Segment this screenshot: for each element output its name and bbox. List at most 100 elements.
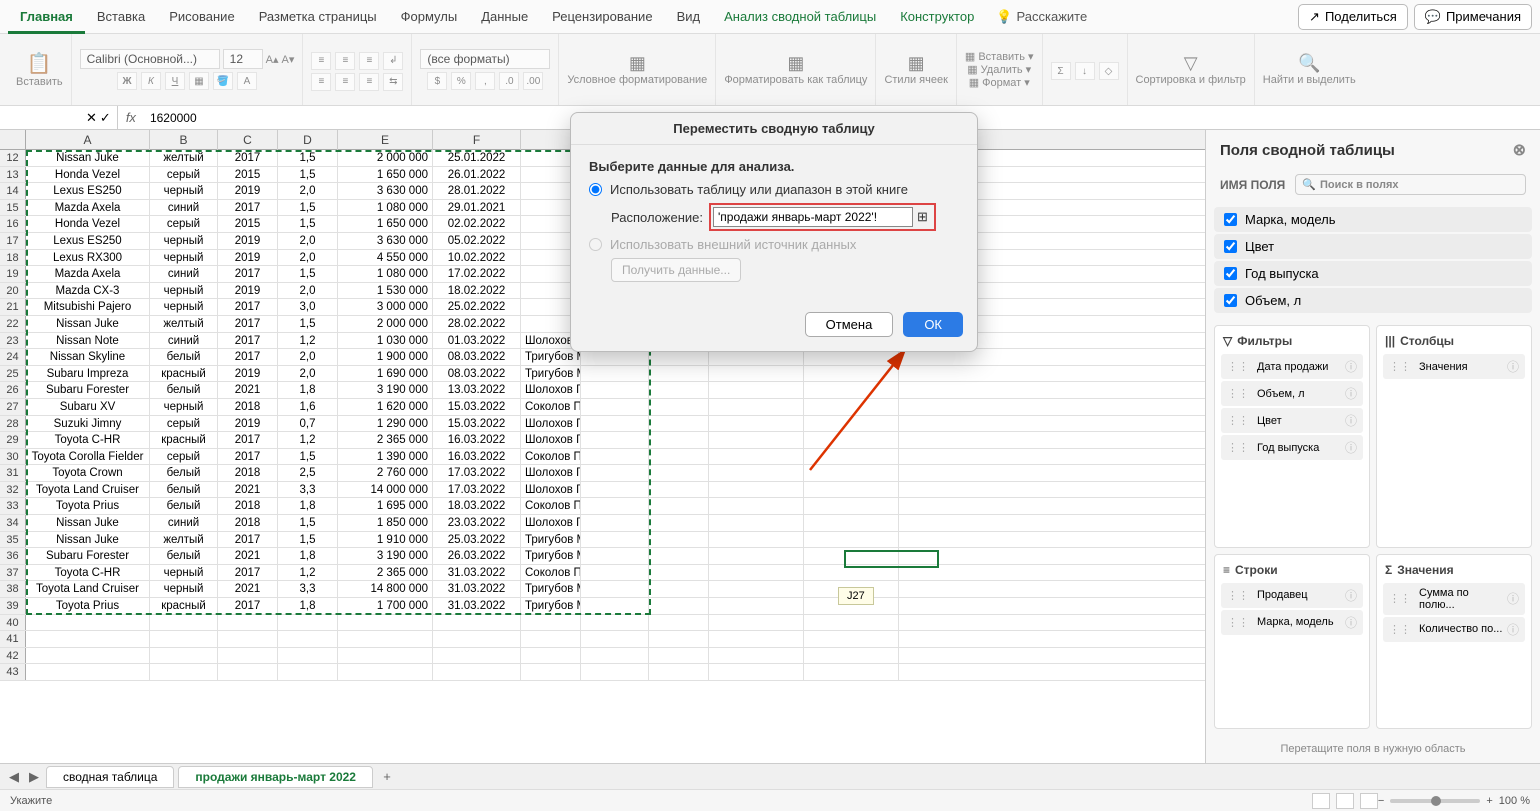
cell[interactable]: 2019 <box>218 183 278 199</box>
fill-color-button[interactable]: 🪣 <box>213 72 233 90</box>
row-header[interactable]: 37 <box>0 565 26 581</box>
cell[interactable] <box>709 465 804 481</box>
cell[interactable] <box>709 532 804 548</box>
cell[interactable]: 2017 <box>218 432 278 448</box>
rows-area[interactable]: ≡Строки ⋮⋮Продавецⓘ⋮⋮Марка, модельⓘ <box>1214 554 1370 730</box>
column-header[interactable]: F <box>433 130 521 150</box>
zoom-level[interactable]: 100 % <box>1499 795 1530 807</box>
tell-me-search[interactable]: 💡Расскажите <box>986 9 1097 25</box>
decrease-font-icon[interactable]: A▾ <box>282 53 295 66</box>
tab-main[interactable]: Главная <box>8 0 85 34</box>
tab-review[interactable]: Рецензирование <box>540 0 664 34</box>
currency-icon[interactable]: $ <box>427 72 447 90</box>
cell[interactable]: 1 690 000 <box>338 366 433 382</box>
field-item[interactable]: Год выпуска <box>1214 261 1532 286</box>
number-format-select[interactable] <box>420 49 550 69</box>
cell[interactable]: 2017 <box>218 200 278 216</box>
cell[interactable]: 2021 <box>218 548 278 564</box>
cell[interactable]: Соколов П. <box>521 565 581 581</box>
cell[interactable]: 1,5 <box>278 316 338 332</box>
cell[interactable]: 05.02.2022 <box>433 233 521 249</box>
row-header[interactable]: 30 <box>0 449 26 465</box>
cell[interactable] <box>709 449 804 465</box>
cell[interactable]: Mazda Axela <box>26 266 150 282</box>
column-header[interactable]: C <box>218 130 278 150</box>
cell[interactable]: 02.02.2022 <box>433 216 521 232</box>
cell[interactable]: Шолохов Г. <box>521 382 581 398</box>
column-header[interactable]: E <box>338 130 433 150</box>
area-field-item[interactable]: ⋮⋮Цветⓘ <box>1221 408 1363 433</box>
cell[interactable]: 3 190 000 <box>338 382 433 398</box>
cell[interactable] <box>804 399 899 415</box>
cell[interactable]: серый <box>150 416 218 432</box>
cell-styles-group[interactable]: ▦ Стили ячеек <box>876 34 956 105</box>
cell[interactable]: 14 800 000 <box>338 581 433 597</box>
cell[interactable]: 2 000 000 <box>338 316 433 332</box>
cell[interactable] <box>581 581 649 597</box>
cell[interactable] <box>649 432 709 448</box>
cell[interactable] <box>581 382 649 398</box>
cell[interactable] <box>278 664 338 680</box>
cell[interactable]: 1,5 <box>278 532 338 548</box>
cell[interactable]: 3 190 000 <box>338 548 433 564</box>
cell[interactable]: 17.03.2022 <box>433 465 521 481</box>
cell[interactable]: серый <box>150 167 218 183</box>
cell[interactable]: черный <box>150 183 218 199</box>
insert-cells-button[interactable]: ▦ Вставить ▾ <box>965 50 1034 63</box>
cell[interactable]: белый <box>150 465 218 481</box>
paste-icon[interactable]: 📋 <box>27 51 52 76</box>
cell[interactable] <box>649 465 709 481</box>
cell[interactable]: желтый <box>150 532 218 548</box>
field-item[interactable]: Марка, модель <box>1214 207 1532 232</box>
cell[interactable]: 2,0 <box>278 349 338 365</box>
cell[interactable]: 2018 <box>218 515 278 531</box>
cell[interactable]: 1 030 000 <box>338 333 433 349</box>
column-header[interactable]: D <box>278 130 338 150</box>
cell[interactable]: Соколов П. <box>521 399 581 415</box>
cell[interactable]: Toyota Corolla Fielder <box>26 449 150 465</box>
cell[interactable]: 4 550 000 <box>338 250 433 266</box>
cell[interactable] <box>581 465 649 481</box>
cell[interactable] <box>581 515 649 531</box>
cell[interactable]: 23.03.2022 <box>433 515 521 531</box>
row-header[interactable]: 43 <box>0 664 26 680</box>
cell[interactable] <box>218 615 278 631</box>
format-cells-button[interactable]: ▦ Формат ▾ <box>969 76 1030 89</box>
cell[interactable]: 2021 <box>218 581 278 597</box>
cell[interactable]: 2018 <box>218 399 278 415</box>
cell[interactable]: 10.02.2022 <box>433 250 521 266</box>
cell[interactable]: 31.03.2022 <box>433 565 521 581</box>
tab-view[interactable]: Вид <box>665 0 713 34</box>
cell[interactable] <box>521 631 581 647</box>
cell[interactable]: 2017 <box>218 150 278 166</box>
wrap-text-icon[interactable]: ↲ <box>383 52 403 70</box>
fill-icon[interactable]: ↓ <box>1075 62 1095 80</box>
columns-area[interactable]: |||Столбцы ⋮⋮Значенияⓘ <box>1376 325 1532 548</box>
row-header[interactable]: 12 <box>0 150 26 166</box>
cell[interactable]: 25.01.2022 <box>433 150 521 166</box>
tab-draw[interactable]: Рисование <box>157 0 246 34</box>
border-button[interactable]: ▦ <box>189 72 209 90</box>
align-bot-icon[interactable]: ≡ <box>359 52 379 70</box>
cell[interactable] <box>433 664 521 680</box>
cell[interactable] <box>433 631 521 647</box>
cell[interactable]: 2017 <box>218 299 278 315</box>
cell[interactable]: Тригубов М. <box>521 349 581 365</box>
row-header[interactable]: 13 <box>0 167 26 183</box>
area-field-item[interactable]: ⋮⋮Год выпускаⓘ <box>1221 435 1363 460</box>
cell[interactable]: Toyota Land Cruiser <box>26 581 150 597</box>
column-header[interactable]: B <box>150 130 218 150</box>
cell[interactable]: Тригубов М. <box>521 548 581 564</box>
cell[interactable]: 0,7 <box>278 416 338 432</box>
cell[interactable]: 1,5 <box>278 449 338 465</box>
cell[interactable] <box>649 449 709 465</box>
cell[interactable] <box>649 532 709 548</box>
cell[interactable] <box>709 498 804 514</box>
row-header[interactable]: 39 <box>0 598 26 614</box>
cell[interactable]: 2017 <box>218 349 278 365</box>
cell[interactable]: 1,5 <box>278 515 338 531</box>
cell[interactable]: красный <box>150 432 218 448</box>
row-header[interactable]: 16 <box>0 216 26 232</box>
cell[interactable]: желтый <box>150 316 218 332</box>
cell[interactable] <box>649 498 709 514</box>
